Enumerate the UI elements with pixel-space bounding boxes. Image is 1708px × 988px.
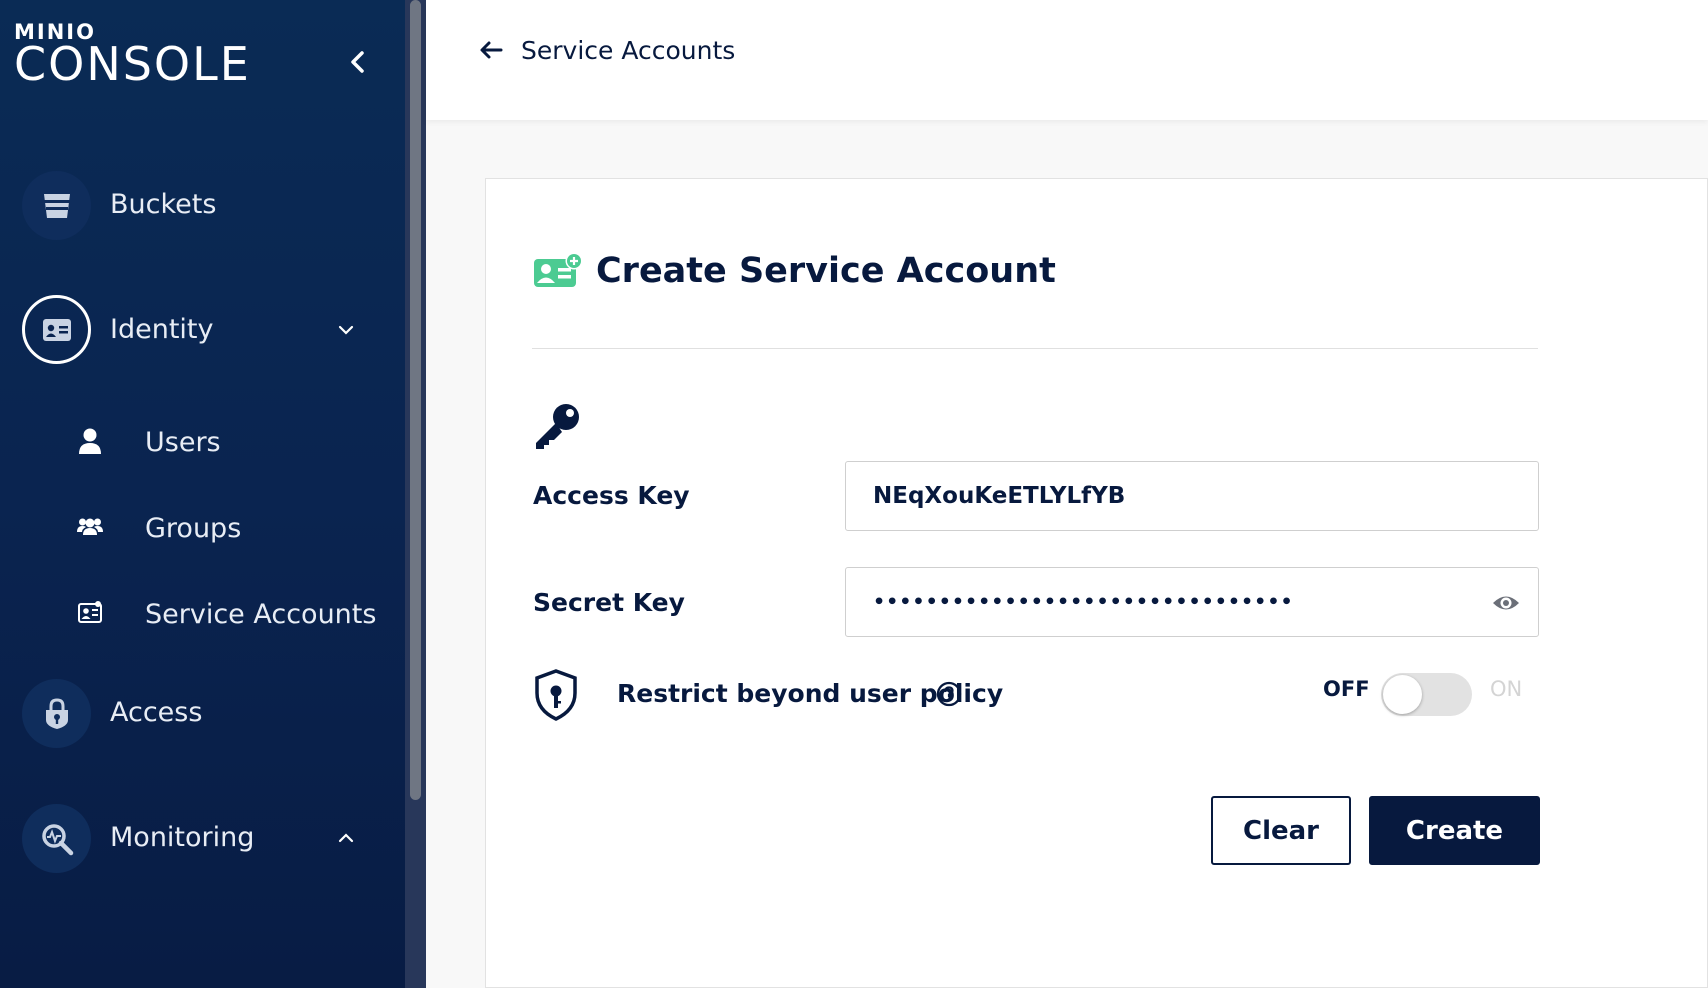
create-button[interactable]: Create <box>1369 796 1540 865</box>
minio-logo[interactable]: MINIO CONSOLE <box>14 22 251 91</box>
breadcrumb: Service Accounts <box>521 35 736 65</box>
sidebar: MINIO CONSOLE Buckets Identity Users Gro… <box>0 0 405 988</box>
sidebar-scrollbar[interactable] <box>405 0 426 988</box>
sidebar-item-label: Monitoring <box>110 822 255 853</box>
chevron-down-icon[interactable] <box>333 317 359 343</box>
sidebar-item-label: Identity <box>110 314 214 345</box>
access-key-label: Access Key <box>533 481 690 510</box>
bucket-icon <box>22 171 91 240</box>
chevron-up-icon[interactable] <box>333 825 359 851</box>
sidebar-item-identity[interactable]: Identity <box>0 286 405 376</box>
secret-key-field[interactable]: •••••••••••••••••••••••••••••••• <box>845 567 1539 637</box>
sidebar-item-groups[interactable]: Groups <box>0 493 405 563</box>
sidebar-item-buckets[interactable]: Buckets <box>0 161 405 251</box>
back-to-service-accounts-link[interactable]: Service Accounts <box>478 30 735 70</box>
eye-icon[interactable] <box>1492 590 1520 616</box>
key-icon <box>536 404 579 449</box>
secret-key-masked-value: •••••••••••••••••••••••••••••••• <box>873 591 1294 613</box>
page-header: Service Accounts <box>426 0 1708 120</box>
sidebar-item-label: Access <box>110 697 203 728</box>
service-account-icon <box>78 601 102 623</box>
monitoring-icon <box>22 804 91 873</box>
collapse-sidebar-button[interactable] <box>340 44 376 80</box>
restrict-policy-toggle[interactable] <box>1381 673 1472 716</box>
sidebar-item-label: Service Accounts <box>145 599 377 630</box>
title-divider <box>532 348 1538 349</box>
id-card-icon <box>22 295 91 364</box>
toggle-off-label: OFF <box>1323 677 1370 701</box>
sidebar-item-label: Buckets <box>110 189 217 220</box>
help-icon[interactable] <box>936 681 962 707</box>
access-key-value: NEqXouKeETLYLfYB <box>873 483 1126 509</box>
logo-large-text: CONSOLE <box>14 37 251 91</box>
sidebar-item-service-accounts[interactable]: Service Accounts <box>0 579 405 649</box>
panel-header: Create Service Account <box>532 251 1056 291</box>
create-service-account-panel: Create Service Account Access Key NEqXou… <box>485 178 1708 988</box>
toggle-knob <box>1383 675 1422 714</box>
sidebar-item-access[interactable]: Access <box>0 669 405 759</box>
user-icon <box>79 428 101 454</box>
secret-key-label: Secret Key <box>533 588 685 617</box>
sidebar-item-monitoring[interactable]: Monitoring <box>0 794 405 884</box>
clear-button[interactable]: Clear <box>1211 796 1351 865</box>
sidebar-item-label: Users <box>145 427 221 458</box>
lock-shield-icon <box>22 679 91 748</box>
arrow-left-icon <box>480 41 503 59</box>
scrollbar-thumb[interactable] <box>410 0 421 800</box>
shield-key-icon <box>535 669 577 721</box>
add-service-account-icon <box>534 252 583 287</box>
access-key-field[interactable]: NEqXouKeETLYLfYB <box>845 461 1539 531</box>
page-title: Create Service Account <box>596 251 1056 291</box>
chevron-left-icon <box>351 51 364 73</box>
groups-icon <box>77 518 103 535</box>
sidebar-item-users[interactable]: Users <box>0 407 405 477</box>
toggle-on-label: ON <box>1490 677 1523 701</box>
sidebar-item-label: Groups <box>145 513 242 544</box>
